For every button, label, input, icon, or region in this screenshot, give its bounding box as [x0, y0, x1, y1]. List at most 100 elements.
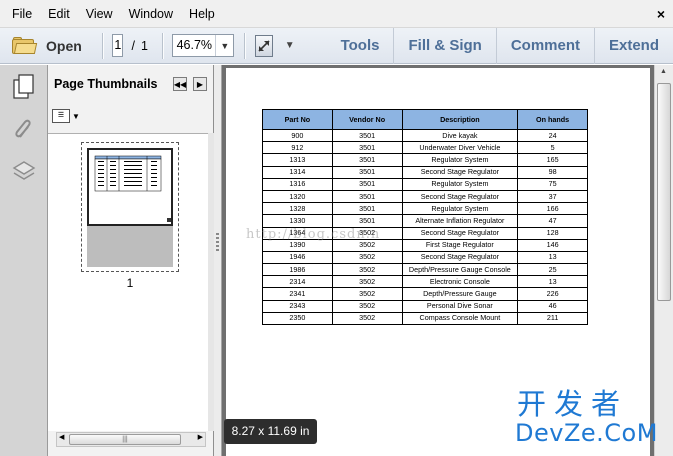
open-button[interactable]: Open [12, 32, 82, 60]
menu-file[interactable]: File [0, 0, 40, 28]
cell-part-no: 912 [262, 141, 333, 155]
panel-header: Page Thumbnails [48, 65, 213, 103]
extend-link[interactable]: Extend [594, 27, 673, 64]
page-separator: / [131, 38, 135, 53]
cell-on-hands: 24 [517, 128, 588, 143]
scrollbar-thumb[interactable] [657, 83, 671, 301]
cell-part-no: 900 [262, 128, 333, 143]
cell-vendor-no: 3501 [331, 189, 403, 204]
cell-on-hands: 46 [517, 299, 588, 313]
header-vendor-no: Vendor No [331, 109, 403, 130]
chevron-down-icon[interactable]: ▼ [215, 35, 233, 56]
expand-arrows-icon [258, 39, 270, 52]
thumbnail-list: 1 [48, 133, 208, 431]
table-row: 2343 3502 Personal Dive Sonar 46 [262, 299, 588, 313]
table-row: 1314 3501 Second Stage Regulator 98 [262, 165, 588, 179]
thumbnails-panel: Page Thumbnails ◀◀ ▶ ☰ ▼ 1 ◀ ||| ▶ [48, 65, 214, 456]
table-row: 1946 3502 Second Stage Regulator 13 [262, 250, 588, 265]
cell-vendor-no: 3501 [331, 177, 403, 191]
toolbar-more-icon[interactable]: ▼ [285, 40, 295, 51]
cell-vendor-no: 3502 [331, 250, 403, 265]
table-row: 1986 3502 Depth/Pressure Gauge Console 25 [262, 263, 588, 277]
panel-title: Page Thumbnails [54, 77, 158, 91]
menu-edit[interactable]: Edit [40, 0, 78, 28]
cell-vendor-no: 3501 [331, 153, 403, 167]
menu-bar: File Edit View Window Help × [0, 0, 673, 28]
fit-page-button[interactable] [254, 34, 273, 57]
cell-vendor-no: 3502 [331, 275, 403, 289]
zoom-combobox[interactable]: 46.7% ▼ [172, 34, 235, 57]
menu-window[interactable]: Window [121, 0, 181, 28]
scroll-up-icon[interactable]: ▲ [660, 68, 667, 75]
open-label: Open [46, 37, 82, 54]
cell-vendor-no: 3501 [331, 214, 403, 228]
table-row: 2350 3502 Compass Console Mount 211 [262, 311, 588, 326]
page-total: 1 [140, 38, 148, 53]
panel-splitter[interactable] [214, 65, 222, 456]
cell-description: Depth/Pressure Gauge Console [401, 263, 519, 277]
paperclip-icon[interactable] [10, 115, 38, 143]
tools-link[interactable]: Tools [327, 28, 394, 64]
collapse-panel-icon[interactable]: ◀◀ [173, 77, 187, 91]
cell-part-no: 1316 [262, 177, 333, 191]
thumbnail-page-preview [87, 148, 173, 226]
cell-on-hands: 47 [517, 214, 588, 228]
comment-link[interactable]: Comment [495, 27, 594, 64]
cell-description: Second Stage Regulator [401, 226, 519, 240]
cell-description: Depth/Pressure Gauge [401, 287, 519, 301]
scroll-left-icon[interactable]: ◀ [59, 433, 64, 441]
table-row: 1330 3501 Alternate Inflation Regulator 47 [262, 214, 588, 228]
cell-on-hands: 37 [517, 189, 588, 204]
thumbnail-horizontal-scrollbar[interactable]: ◀ ||| ▶ [56, 432, 206, 447]
folder-icon [12, 36, 38, 55]
panel-menu-icon[interactable]: ▶ [193, 77, 207, 91]
splitter-grip[interactable] [216, 233, 219, 253]
cell-description: Compass Console Mount [401, 311, 519, 326]
cell-vendor-no: 3502 [331, 263, 403, 277]
header-description: Description [401, 109, 519, 130]
cell-part-no: 1946 [262, 250, 333, 265]
zoom-value[interactable]: 46.7% [173, 35, 215, 56]
logo-chinese-text: 开发者 [517, 387, 629, 421]
page-number-input[interactable]: 1 [112, 34, 124, 57]
table-row: 2341 3502 Depth/Pressure Gauge 226 [262, 287, 588, 301]
thumbnail-options[interactable]: ☰ ▼ [52, 109, 80, 123]
cell-part-no: 1314 [262, 165, 333, 179]
cell-on-hands: 13 [517, 250, 588, 265]
scroll-right-icon[interactable]: ▶ [198, 433, 203, 441]
cell-on-hands: 166 [517, 202, 588, 216]
cell-description: Dive kayak [401, 128, 519, 143]
fill-sign-link[interactable]: Fill & Sign [393, 27, 495, 64]
layers-icon[interactable] [10, 157, 38, 185]
cell-part-no: 1328 [262, 202, 333, 216]
scrollbar-thumb[interactable]: ||| [69, 434, 181, 445]
cell-on-hands: 98 [517, 165, 588, 179]
cell-description: Regulator System [401, 202, 519, 216]
cell-vendor-no: 3502 [331, 311, 403, 326]
cell-part-no: 1986 [262, 263, 333, 277]
inventory-table: Part No Vendor No Description On hands 9… [262, 109, 588, 326]
cell-part-no: 2343 [262, 299, 333, 313]
toolbar: Open 1 / 1 46.7% ▼ ▼ Tools Fill & Sign C… [0, 27, 673, 64]
page-thumbnails-icon[interactable] [10, 73, 38, 101]
table-row: 1316 3501 Regulator System 75 [262, 177, 588, 191]
cell-vendor-no: 3501 [331, 165, 403, 179]
cell-on-hands: 128 [517, 226, 588, 240]
cell-description: Electronic Console [401, 275, 519, 289]
chevron-down-icon[interactable]: ▼ [72, 112, 80, 121]
cell-part-no: 1320 [262, 189, 333, 204]
cell-vendor-no: 3502 [331, 287, 403, 301]
thumbnail-options-icon[interactable]: ☰ [52, 109, 70, 123]
cell-description: Second Stage Regulator [401, 189, 519, 204]
cell-vendor-no: 3502 [331, 299, 403, 313]
menu-help[interactable]: Help [181, 0, 223, 28]
cell-vendor-no: 3501 [331, 128, 403, 143]
menu-view[interactable]: View [78, 0, 121, 28]
cell-part-no: 2341 [262, 287, 333, 301]
page-thumbnail[interactable] [81, 142, 179, 272]
cell-description: Second Stage Regulator [401, 250, 519, 265]
watermark-text: http://blog.csdn.n [246, 227, 381, 242]
cell-vendor-no: 3501 [331, 141, 403, 155]
table-row: 1328 3501 Regulator System 166 [262, 202, 588, 216]
close-document-icon[interactable]: × [657, 7, 665, 21]
